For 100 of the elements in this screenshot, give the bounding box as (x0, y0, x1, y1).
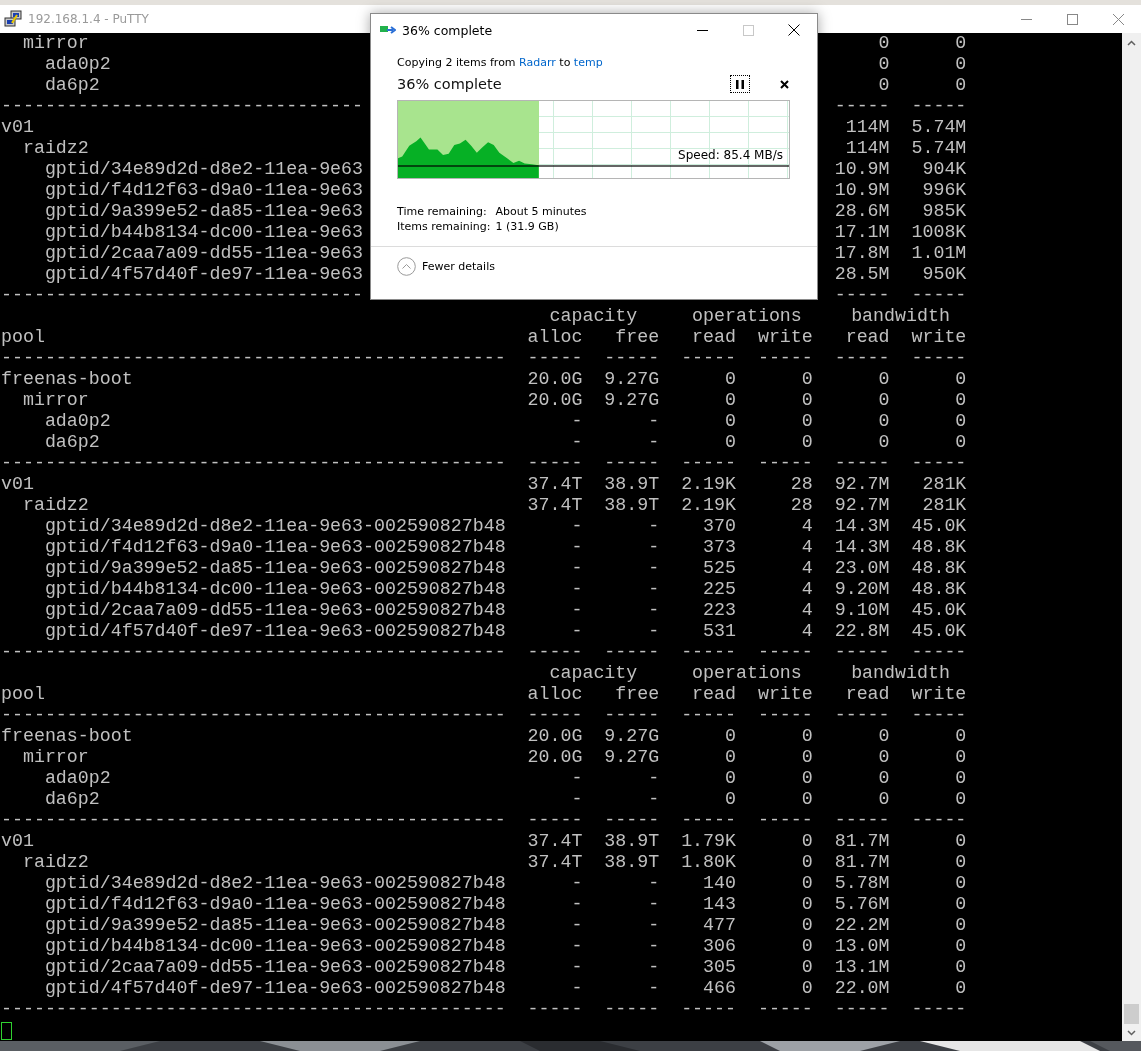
maximize-icon (742, 24, 754, 36)
stat-value: - (648, 411, 660, 432)
dashed-rule: ----- (834, 705, 890, 726)
pause-button[interactable] (730, 75, 750, 93)
stat-value: 0 (801, 894, 813, 915)
dashed-rule: ----- (681, 705, 736, 726)
stat-value: - (571, 768, 583, 789)
progress-heading: 36% complete (397, 76, 503, 92)
stat-value: 2.19K (681, 474, 736, 495)
stat-value: 281K (922, 495, 967, 516)
stat-value: 9.27G (604, 390, 660, 411)
stat-value: - (571, 957, 583, 978)
dashed-rule: ----- (911, 999, 967, 1020)
stat-value: - (571, 621, 583, 642)
device-name: raidz2 (21, 852, 89, 873)
stat-value: 0 (878, 33, 890, 54)
stat-value: - (648, 978, 660, 999)
cancel-button[interactable] (777, 77, 791, 91)
stat-value: 1.79K (681, 831, 736, 852)
stat-value: - (648, 873, 660, 894)
stat-value: 0 (955, 768, 967, 789)
scroll-thumb[interactable] (1124, 1004, 1139, 1024)
device-name: mirror (21, 33, 89, 54)
stat-value: 0 (801, 390, 813, 411)
dashed-rule: ----- (681, 810, 736, 831)
dashed-rule: ----- (604, 810, 660, 831)
dashed-rule: ----- (757, 642, 813, 663)
dashed-rule: ----- (834, 285, 890, 306)
stat-value: 38.9T (604, 495, 660, 516)
stat-value: 17.1M (834, 222, 890, 243)
column-group-header: operations (691, 663, 802, 684)
stat-value: 0 (801, 936, 813, 957)
device-name: raidz2 (21, 495, 89, 516)
stat-value: - (648, 579, 660, 600)
stat-value: 10.9M (834, 159, 890, 180)
device-name: gptid/2caa7a09-dd55-11ea-9e63 (43, 243, 364, 264)
stat-value: 5.78M (834, 873, 890, 894)
device-name: v01 (1, 474, 34, 495)
stat-value: 9.10M (834, 600, 890, 621)
stat-value: 45.0K (911, 600, 967, 621)
stat-value: - (648, 621, 660, 642)
dashed-rule: ----- (911, 285, 967, 306)
source-link[interactable]: Radarr (519, 56, 556, 69)
stat-value: 28.6M (834, 201, 890, 222)
column-header: pool (1, 327, 45, 348)
device-name: gptid/f4d12f63-d9a0-11ea-9e63-002590827b48 (43, 894, 506, 915)
stat-value: 0 (801, 369, 813, 390)
stat-value: 20.0G (527, 726, 583, 747)
dashed-rule: ----- (757, 705, 813, 726)
device-name: v01 (1, 117, 34, 138)
stat-value: - (571, 579, 583, 600)
detail-value: 1 (31.9 GB) (495, 220, 560, 233)
stat-value: 525 (703, 558, 736, 579)
stat-value: 114M (845, 138, 890, 159)
destination-link[interactable]: temp (573, 56, 603, 69)
dashed-rule: ----- (604, 642, 660, 663)
scroll-up-icon[interactable] (1127, 40, 1136, 46)
dashed-rule: ----- (911, 96, 967, 117)
column-header: read (692, 684, 736, 705)
stat-value: 22.0M (834, 978, 890, 999)
dashed-rule: ----- (834, 453, 890, 474)
stat-value: - (648, 957, 660, 978)
stat-value: 14.3M (834, 537, 890, 558)
stat-value: 0 (955, 873, 967, 894)
stat-value: 4 (801, 579, 813, 600)
stat-value: 37.4T (527, 495, 583, 516)
scroll-down-icon[interactable] (1127, 1030, 1136, 1036)
dashed-rule: ----- (527, 453, 583, 474)
stat-value: 985K (922, 201, 967, 222)
stat-value: 950K (922, 264, 967, 285)
stat-value: - (648, 516, 660, 537)
stat-value: 0 (725, 369, 736, 390)
dashed-rule: ----- (757, 999, 813, 1020)
dashed-rule: ----- (681, 642, 736, 663)
dashed-rule: ----- (527, 999, 583, 1020)
stat-value: 5.76M (834, 894, 890, 915)
text-cursor (1, 1022, 12, 1040)
stat-value: - (571, 936, 583, 957)
device-name: freenas-boot (1, 726, 133, 747)
fewer-details-button[interactable]: Fewer details (397, 257, 817, 276)
stat-value: 0 (801, 852, 813, 873)
column-header: free (615, 684, 660, 705)
stat-value: 0 (955, 33, 967, 54)
stat-value: 5.74M (911, 117, 967, 138)
stat-value: - (648, 432, 660, 453)
stat-value: 23.0M (834, 558, 890, 579)
cancel-icon (779, 79, 789, 89)
stat-value: 14.3M (834, 516, 890, 537)
dashed-rule: ----- (911, 642, 967, 663)
stat-value: - (648, 558, 660, 579)
device-name: gptid/b44b8134-dc00-11ea-9e63-002590827b48 (43, 936, 506, 957)
stat-value: - (648, 537, 660, 558)
stat-value: 0 (725, 747, 736, 768)
stat-value: 28.5M (834, 264, 890, 285)
device-name: gptid/9a399e52-da85-11ea-9e63-002590827b48 (43, 558, 506, 579)
dashed-rule: ----- (604, 705, 660, 726)
maximize-icon (1066, 13, 1078, 25)
device-name: gptid/4f57d40f-de97-11ea-9e63-002590827b48 (43, 621, 506, 642)
stat-value: 0 (955, 957, 967, 978)
device-name: freenas-boot (1, 369, 133, 390)
